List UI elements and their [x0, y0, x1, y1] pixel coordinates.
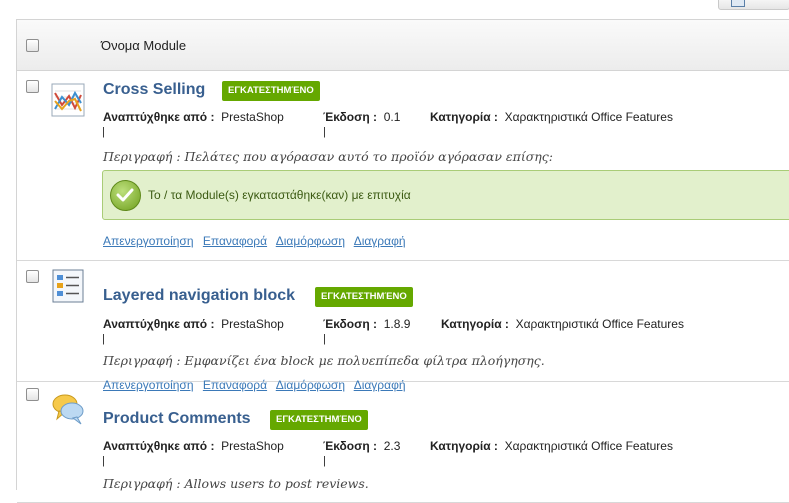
- separator: |: [102, 126, 105, 138]
- checkmark-icon: [110, 180, 141, 211]
- version-info: Έκδοση : 1.8.9: [323, 317, 410, 331]
- separator: |: [323, 126, 326, 138]
- author-label: Αναπτύχθηκε από :: [103, 317, 215, 331]
- version-value: 2.3: [383, 439, 401, 453]
- author-label: Αναπτύχθηκε από :: [103, 110, 215, 124]
- category-label: Κατηγορία :: [430, 439, 498, 453]
- module-actions: Απενεργοποίηση Επαναφορά Διαμόρφωση Διαγ…: [103, 234, 412, 248]
- module-row-cross-selling: Cross Selling ΕΓΚΑΤΕΣΤΗΜΈΝΟ Αναπτύχθηκε …: [17, 71, 789, 261]
- success-message: Το / τα Module(s) εγκαταστάθηκε(καν) με …: [148, 188, 411, 202]
- category-info: Κατηγορία : Χαρακτηριστικά Office Featur…: [441, 317, 684, 331]
- category-value: Χαρακτηριστικά Office Features: [504, 110, 673, 124]
- separator: |: [102, 333, 105, 345]
- category-info: Κατηγορία : Χαρακτηριστικά Office Featur…: [430, 110, 673, 124]
- module-row-product-comments: Product Comments ΕΓΚΑΤΕΣΤΗΜΈΝΟ Αναπτύχθη…: [17, 382, 789, 503]
- version-label: Έκδοση :: [323, 317, 378, 331]
- version-info: Έκδοση : 2.3: [323, 439, 400, 453]
- author-info: Αναπτύχθηκε από : PrestaShop: [103, 317, 284, 331]
- category-label: Κατηγορία :: [441, 317, 509, 331]
- table-header: Όνομα Module: [17, 20, 789, 71]
- module-description: Περιγραφή : Πελάτες που αγόρασαν αυτό το…: [103, 149, 553, 164]
- installed-badge: ΕΓΚΑΤΕΣΤΗΜΈΝΟ: [222, 81, 320, 101]
- configure-link[interactable]: Διαμόρφωση: [276, 234, 345, 248]
- separator: |: [323, 455, 326, 467]
- reset-link[interactable]: Επαναφορά: [203, 234, 267, 248]
- description-label: Περιγραφή :: [103, 149, 181, 164]
- comments-speech-bubbles-icon: [51, 392, 85, 426]
- version-label: Έκδοση :: [323, 110, 378, 124]
- author-label: Αναπτύχθηκε από :: [103, 439, 215, 453]
- success-message-box: Το / τα Module(s) εγκαταστάθηκε(καν) με …: [102, 170, 789, 220]
- version-label: Έκδοση :: [323, 439, 378, 453]
- author-value: PrestaShop: [221, 110, 284, 124]
- description-text: Πελάτες που αγόρασαν αυτό το προϊόν αγόρ…: [184, 149, 553, 164]
- installed-badge: ΕΓΚΑΤΕΣΤΗΜΈΝΟ: [315, 287, 413, 307]
- modules-table: Όνομα Module Cross Selling ΕΓΚΑΤΕΣΤΗΜΈΝΟ…: [16, 19, 789, 503]
- category-value: Χαρακτηριστικά Office Features: [515, 317, 684, 331]
- author-info: Αναπτύχθηκε από : PrestaShop: [103, 110, 284, 124]
- description-text: Allows users to post reviews.: [184, 476, 369, 491]
- module-description: Περιγραφή : Εμφανίζει ένα block με πολυε…: [103, 353, 545, 368]
- select-all-checkbox[interactable]: [26, 39, 39, 52]
- description-label: Περιγραφή :: [103, 476, 181, 491]
- category-label: Κατηγορία :: [430, 110, 498, 124]
- installed-badge: ΕΓΚΑΤΕΣΤΗΜΈΝΟ: [270, 410, 368, 430]
- separator: |: [323, 333, 326, 345]
- module-name-column-header: Όνομα Module: [101, 38, 187, 53]
- author-value: PrestaShop: [221, 317, 284, 331]
- delete-link[interactable]: Διαγραφή: [354, 234, 406, 248]
- description-text: Εμφανίζει ένα block με πολυεπίπεδα φίλτρ…: [184, 353, 545, 368]
- disable-link[interactable]: Απενεργοποίηση: [103, 234, 194, 248]
- module-name: Layered navigation block: [103, 287, 296, 304]
- top-strip: [0, 0, 789, 18]
- toolbar-button[interactable]: [718, 0, 789, 10]
- module-description: Περιγραφή : Allows users to post reviews…: [103, 476, 369, 491]
- version-value: 1.8.9: [383, 317, 411, 331]
- module-row-layered-navigation: Layered navigation block ΕΓΚΑΤΕΣΤΗΜΈΝΟ Α…: [17, 261, 789, 392]
- module-name: Product Comments: [103, 410, 251, 427]
- module-checkbox[interactable]: [26, 388, 39, 401]
- cross-selling-chart-icon: [51, 83, 85, 117]
- author-value: PrestaShop: [221, 439, 284, 453]
- separator: |: [102, 455, 105, 467]
- version-info: Έκδοση : 0.1: [323, 110, 400, 124]
- window-icon: [731, 0, 745, 7]
- layered-navigation-list-icon: [51, 269, 85, 303]
- category-value: Χαρακτηριστικά Office Features: [504, 439, 673, 453]
- category-info: Κατηγορία : Χαρακτηριστικά Office Featur…: [430, 439, 673, 453]
- author-info: Αναπτύχθηκε από : PrestaShop: [103, 439, 284, 453]
- version-value: 0.1: [383, 110, 401, 124]
- module-name: Cross Selling: [103, 81, 206, 98]
- module-checkbox[interactable]: [26, 80, 39, 93]
- description-label: Περιγραφή :: [103, 353, 181, 368]
- module-checkbox[interactable]: [26, 270, 39, 283]
